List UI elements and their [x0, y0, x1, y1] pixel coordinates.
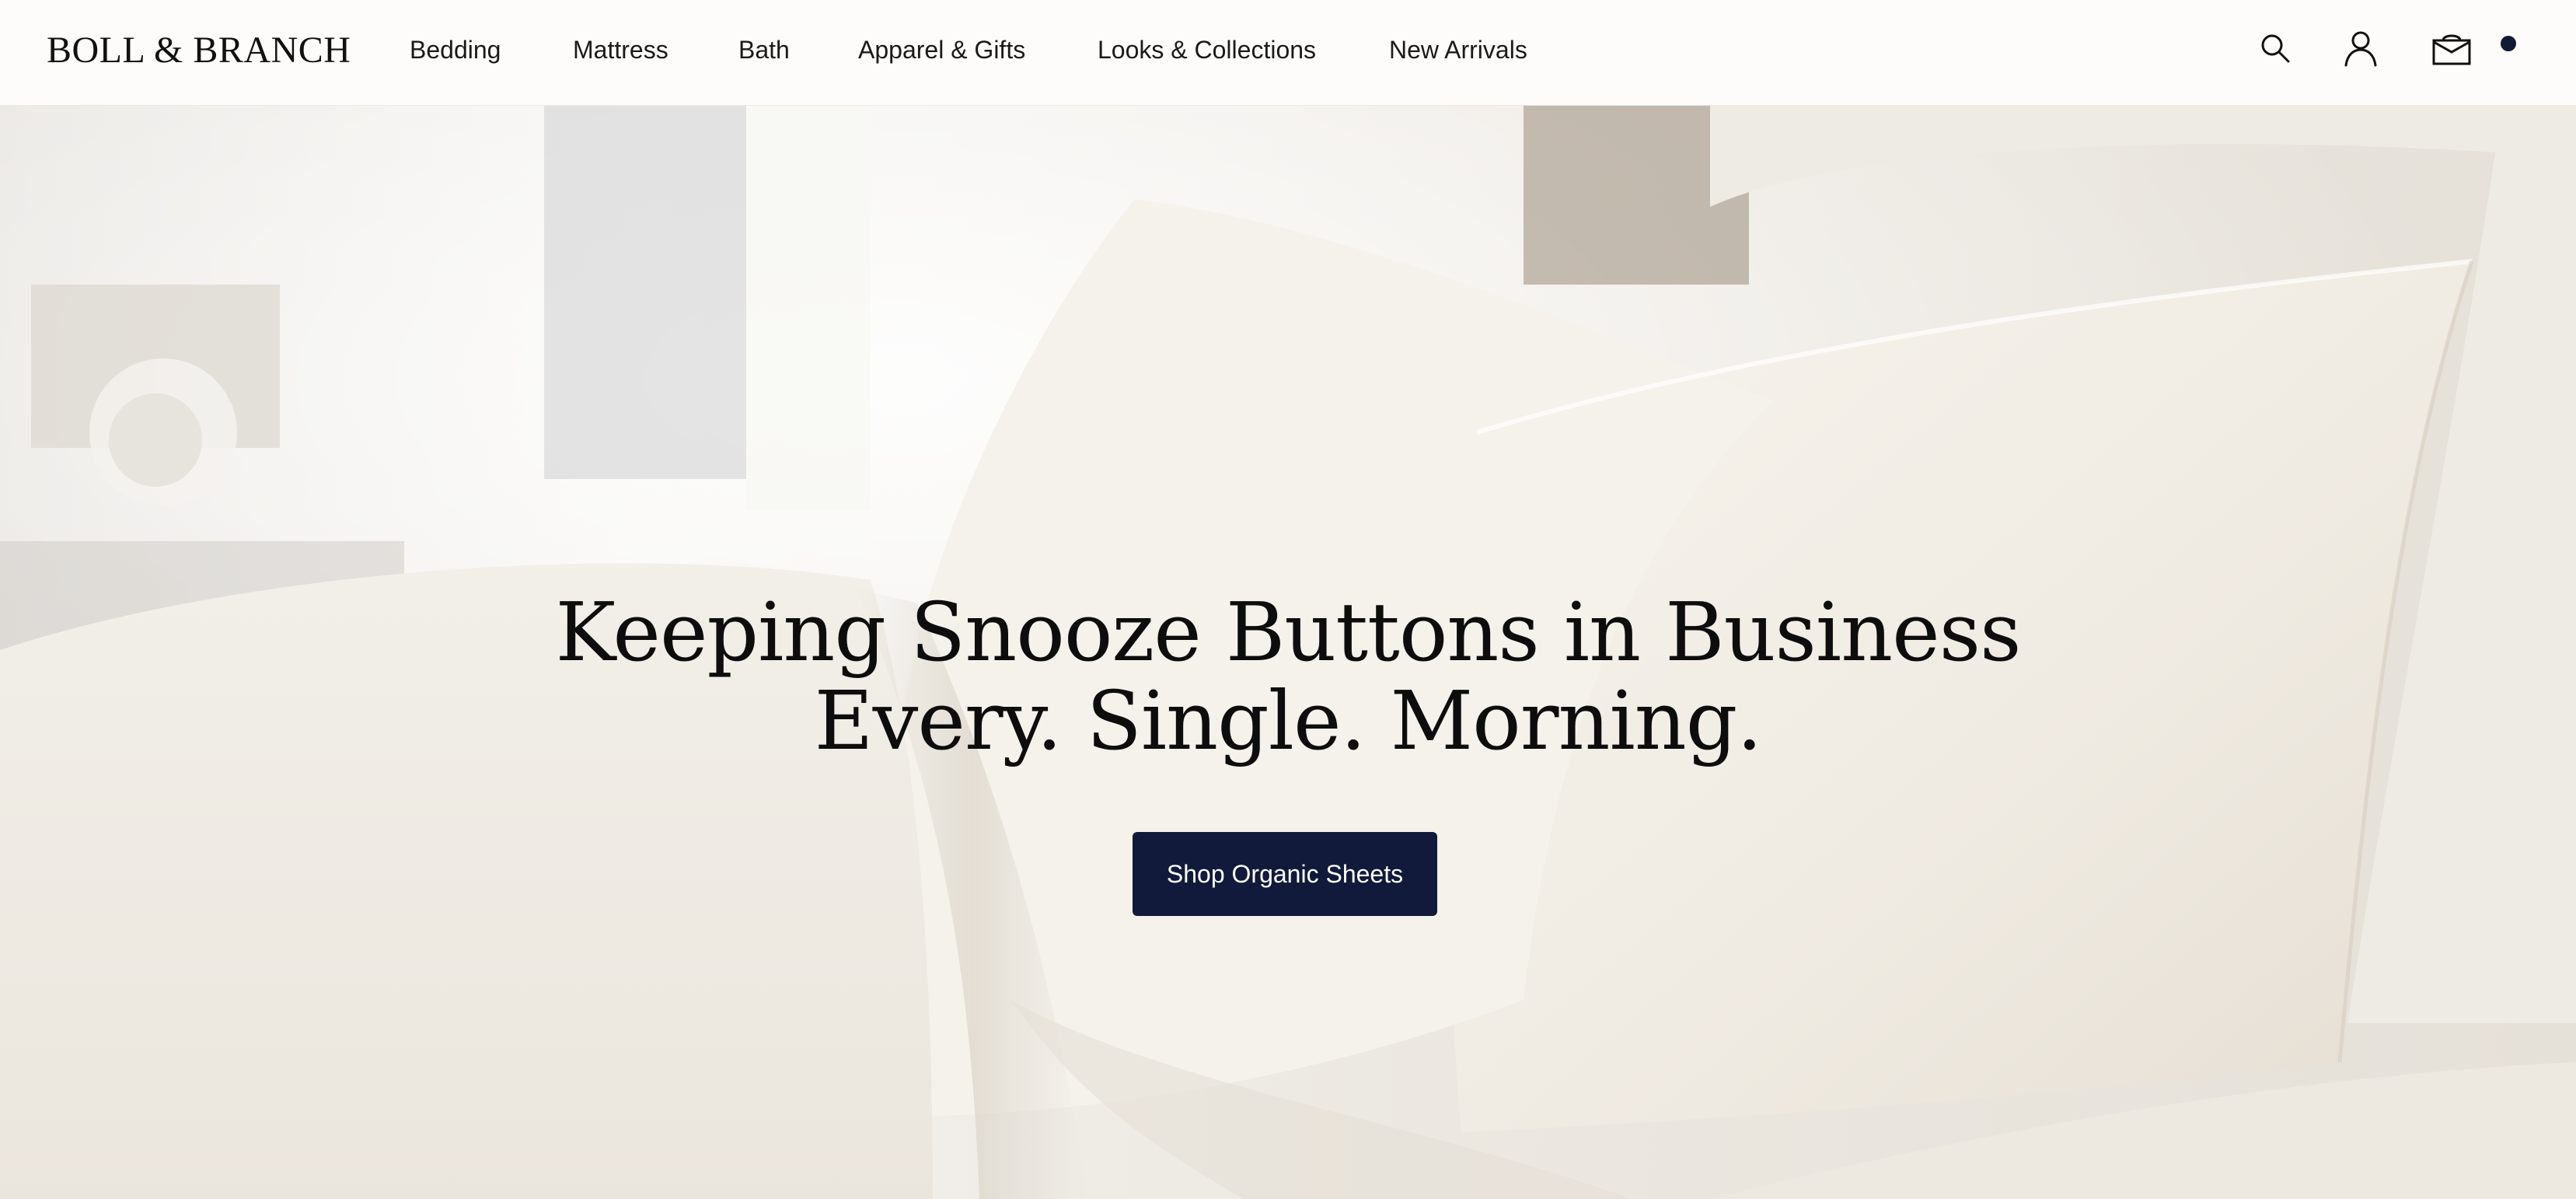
site-header: BOLL & BRANCH Bedding Mattress Bath Appa…	[0, 0, 2576, 106]
cart-dot	[2501, 36, 2516, 51]
shop-organic-sheets-button[interactable]: Shop Organic Sheets	[1133, 832, 1437, 916]
nav-item-new-arrivals[interactable]: New Arrivals	[1389, 34, 1527, 65]
nav-item-mattress[interactable]: Mattress	[573, 34, 668, 65]
account-icon[interactable]	[2337, 25, 2384, 72]
cart-icon[interactable]	[2427, 25, 2477, 72]
brand-logo[interactable]: BOLL & BRANCH	[47, 30, 351, 72]
hero-headline-line-2: Every. Single. Morning.	[814, 673, 1763, 768]
nav-item-bedding[interactable]: Bedding	[410, 34, 501, 65]
hero-banner: Keeping Snooze Buttons in Business Every…	[0, 106, 2576, 1199]
nav-item-apparel-gifts[interactable]: Apparel & Gifts	[858, 34, 1025, 65]
hero-headline: Keeping Snooze Buttons in Business Every…	[0, 588, 2576, 765]
hero-headline-line-1: Keeping Snooze Buttons in Business	[555, 585, 2022, 680]
nav-item-looks-collections[interactable]: Looks & Collections	[1098, 34, 1316, 65]
nav-item-bath[interactable]: Bath	[738, 34, 790, 65]
search-icon[interactable]	[2252, 25, 2299, 72]
